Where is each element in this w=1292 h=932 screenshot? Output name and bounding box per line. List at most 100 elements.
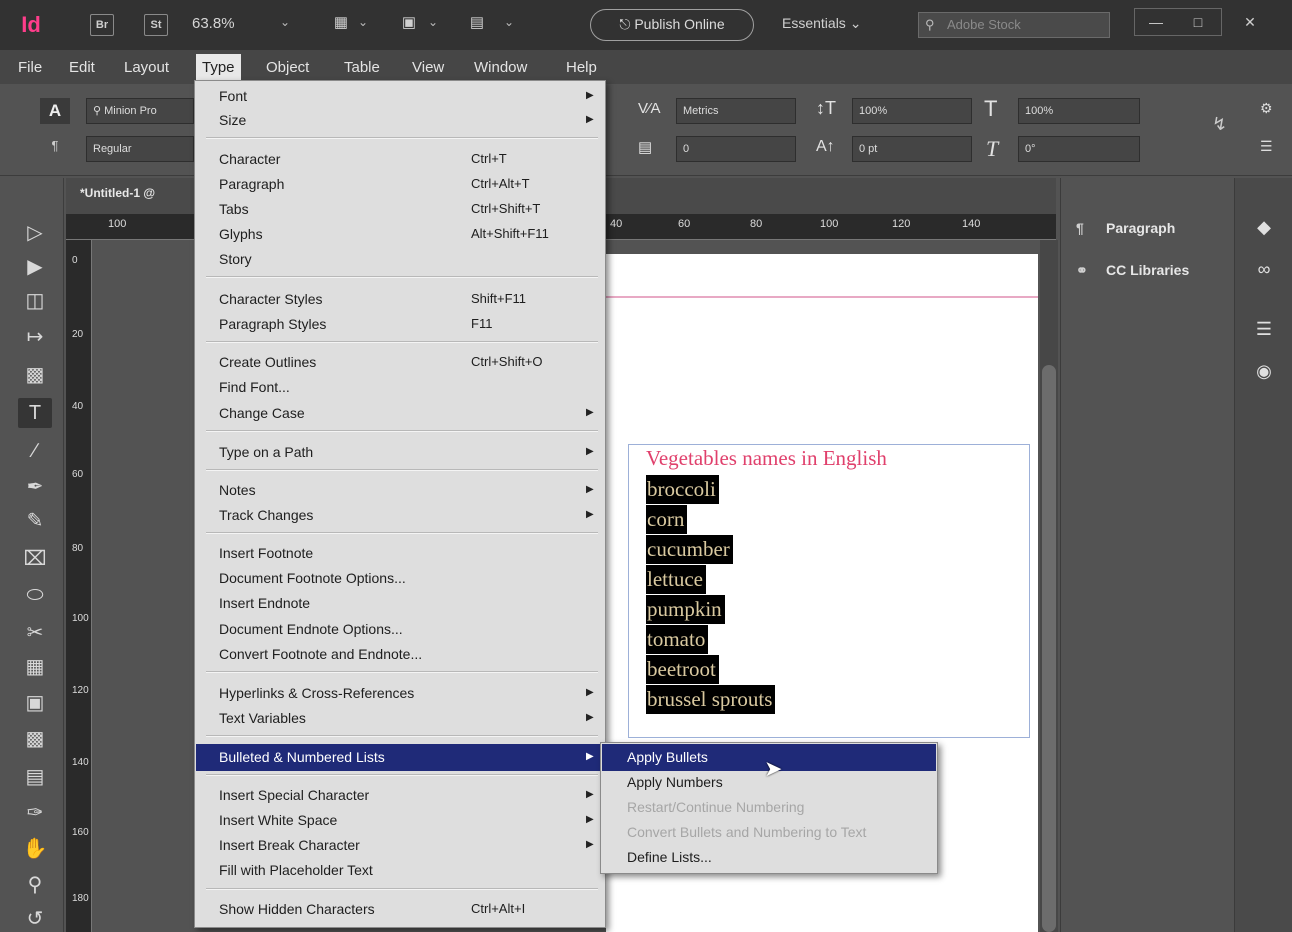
- scissors-tool-icon[interactable]: ✂: [18, 618, 52, 648]
- chevron-down-icon[interactable]: ⌄: [280, 15, 290, 29]
- list-item[interactable]: corn: [646, 505, 688, 534]
- hand-tool-icon[interactable]: ✋: [18, 834, 52, 864]
- ellipse-tool-icon[interactable]: ⬭: [18, 580, 52, 610]
- menu-item-insert-footnote[interactable]: Insert Footnote: [219, 541, 313, 565]
- menu-item-notes[interactable]: Notes: [219, 478, 256, 502]
- chevron-down-icon[interactable]: ⌄: [428, 15, 438, 29]
- menu-item-type-on-a-path[interactable]: Type on a Path: [219, 440, 313, 464]
- menu-item-tabs[interactable]: Tabs: [219, 197, 249, 221]
- menu-view[interactable]: View: [412, 57, 444, 79]
- bridge-button[interactable]: Br: [90, 14, 114, 36]
- font-style-field[interactable]: Regular: [86, 136, 194, 162]
- tracking-field[interactable]: 0: [676, 136, 796, 162]
- view-options-icon[interactable]: ▦: [330, 13, 352, 33]
- cc-libraries-panel-tab[interactable]: ⚭ CC Libraries: [1076, 262, 1189, 279]
- menu-window[interactable]: Window: [474, 57, 527, 79]
- menu-edit[interactable]: Edit: [69, 57, 95, 79]
- font-family-field[interactable]: ⚲ Minion Pro: [86, 98, 194, 124]
- selection-tool-icon[interactable]: ▷: [18, 218, 52, 248]
- content-collector-icon[interactable]: ▩: [18, 360, 52, 390]
- menu-item-fill-placeholder[interactable]: Fill with Placeholder Text: [219, 858, 373, 882]
- menu-item-create-outlines[interactable]: Create Outlines: [219, 350, 316, 374]
- menu-item-insert-white-space[interactable]: Insert White Space: [219, 808, 337, 832]
- scrollbar-thumb[interactable]: [1042, 365, 1056, 932]
- list-item[interactable]: pumpkin: [646, 595, 725, 624]
- menu-item-insert-break-character[interactable]: Insert Break Character: [219, 833, 360, 857]
- menu-item-show-hidden-characters[interactable]: Show Hidden Characters: [219, 897, 375, 921]
- list-item[interactable]: lettuce: [646, 565, 706, 594]
- menu-item-insert-special-character[interactable]: Insert Special Character: [219, 783, 369, 807]
- menu-item-document-footnote-options[interactable]: Document Footnote Options...: [219, 566, 406, 590]
- gradient-swatch-tool-icon[interactable]: ▣: [18, 688, 52, 718]
- baseline-shift-field[interactable]: 0 pt: [852, 136, 972, 162]
- menu-item-character-styles[interactable]: Character Styles: [219, 287, 322, 311]
- menu-object[interactable]: Object: [266, 57, 309, 79]
- menu-item-track-changes[interactable]: Track Changes: [219, 503, 313, 527]
- menu-item-insert-endnote[interactable]: Insert Endnote: [219, 591, 310, 615]
- line-tool-icon[interactable]: ∕: [18, 436, 52, 466]
- maximize-icon[interactable]: □: [1176, 8, 1220, 36]
- menu-item-text-variables[interactable]: Text Variables: [219, 706, 306, 730]
- page-tool-icon[interactable]: ◫: [18, 286, 52, 316]
- stock-search-input[interactable]: ⚲ Adobe Stock: [918, 12, 1110, 38]
- note-tool-icon[interactable]: ▤: [18, 762, 52, 792]
- menu-item-change-case[interactable]: Change Case: [219, 401, 305, 425]
- menu-table[interactable]: Table: [344, 57, 380, 79]
- skew-field[interactable]: 0°: [1018, 136, 1140, 162]
- menu-item-apply-numbers[interactable]: Apply Numbers: [627, 770, 723, 794]
- direct-selection-tool-icon[interactable]: ▶: [18, 252, 52, 282]
- menu-item-hyperlinks[interactable]: Hyperlinks & Cross-References: [219, 681, 414, 705]
- menu-file[interactable]: File: [18, 57, 42, 79]
- kerning-field[interactable]: Metrics: [676, 98, 796, 124]
- arrange-documents-icon[interactable]: ▤: [466, 13, 488, 33]
- zoom-tool-icon[interactable]: ⚲: [18, 870, 52, 900]
- list-item[interactable]: cucumber: [646, 535, 733, 564]
- close-icon[interactable]: ✕: [1228, 8, 1272, 36]
- gap-tool-icon[interactable]: ↦: [18, 322, 52, 352]
- text-heading[interactable]: Vegetables names in English: [646, 446, 887, 471]
- menu-help[interactable]: Help: [566, 57, 597, 79]
- menu-item-paragraph[interactable]: Paragraph: [219, 172, 284, 196]
- menu-item-character[interactable]: Character: [219, 147, 280, 171]
- menu-item-convert-footnote-endnote[interactable]: Convert Footnote and Endnote...: [219, 642, 422, 666]
- links-icon[interactable]: ∞: [1248, 254, 1280, 284]
- eyedropper-tool-icon[interactable]: ✑: [18, 798, 52, 828]
- layers-icon[interactable]: ◆: [1248, 212, 1280, 242]
- vertical-scale-field[interactable]: 100%: [852, 98, 972, 124]
- quick-apply-icon[interactable]: ↯: [1212, 114, 1227, 135]
- menu-item-size[interactable]: Size: [219, 108, 246, 132]
- zoom-level[interactable]: 63.8%: [192, 15, 235, 32]
- menu-item-apply-bullets[interactable]: Apply Bullets: [627, 745, 708, 769]
- color-swatches-icon[interactable]: ◉: [1248, 356, 1280, 386]
- menu-item-define-lists[interactable]: Define Lists...: [627, 845, 712, 869]
- free-transform-tool-icon[interactable]: ▦: [18, 652, 52, 682]
- menu-item-find-font[interactable]: Find Font...: [219, 375, 290, 399]
- menu-item-bulleted-numbered-lists[interactable]: Bulleted & Numbered Lists: [219, 745, 385, 769]
- menu-item-document-endnote-options[interactable]: Document Endnote Options...: [219, 617, 403, 641]
- swap-colors-icon[interactable]: ↺: [18, 904, 52, 932]
- menu-layout[interactable]: Layout: [124, 57, 169, 79]
- chevron-down-icon[interactable]: ⌄: [358, 15, 368, 29]
- minimize-icon[interactable]: —: [1134, 8, 1178, 36]
- menu-type[interactable]: Type: [196, 54, 241, 82]
- list-item[interactable]: beetroot: [646, 655, 719, 684]
- stock-button[interactable]: St: [144, 14, 168, 36]
- type-tool-icon[interactable]: T: [18, 398, 52, 428]
- gradient-feather-tool-icon[interactable]: ▩: [18, 724, 52, 754]
- paragraph-panel-tab[interactable]: ¶ Paragraph: [1076, 220, 1175, 236]
- list-item[interactable]: broccoli: [646, 475, 719, 504]
- pencil-tool-icon[interactable]: ✎: [18, 506, 52, 536]
- list-item[interactable]: brussel sprouts: [646, 685, 776, 714]
- horizontal-scale-field[interactable]: 100%: [1018, 98, 1140, 124]
- pen-tool-icon[interactable]: ✒: [18, 472, 52, 502]
- chevron-down-icon[interactable]: ⌄: [504, 15, 514, 29]
- menu-item-story[interactable]: Story: [219, 247, 252, 271]
- menu-item-glyphs[interactable]: Glyphs: [219, 222, 263, 246]
- paragraph-formatting-icon[interactable]: ¶: [42, 138, 68, 160]
- workspace-switcher[interactable]: Essentials ⌄: [782, 15, 861, 32]
- character-formatting-icon[interactable]: A: [40, 98, 70, 124]
- screen-mode-icon[interactable]: ▣: [398, 13, 420, 33]
- document-tab[interactable]: *Untitled-1 @: [80, 186, 155, 200]
- menu-item-font[interactable]: Font: [219, 84, 247, 108]
- list-item[interactable]: tomato: [646, 625, 709, 654]
